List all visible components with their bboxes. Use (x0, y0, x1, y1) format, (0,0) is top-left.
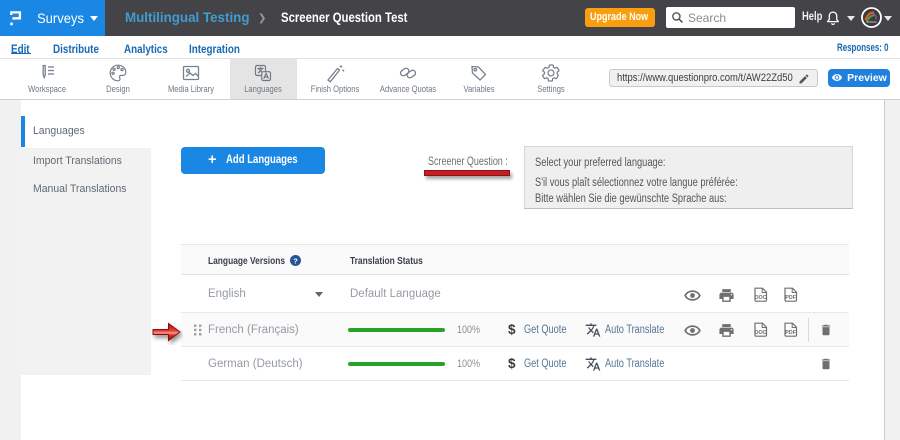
svg-text:PDF: PDF (785, 330, 796, 336)
svg-text:PDF: PDF (785, 295, 796, 301)
svg-text:DOC: DOC (755, 330, 767, 336)
svg-text:?: ? (293, 256, 298, 265)
svg-text:DOC: DOC (755, 295, 767, 301)
